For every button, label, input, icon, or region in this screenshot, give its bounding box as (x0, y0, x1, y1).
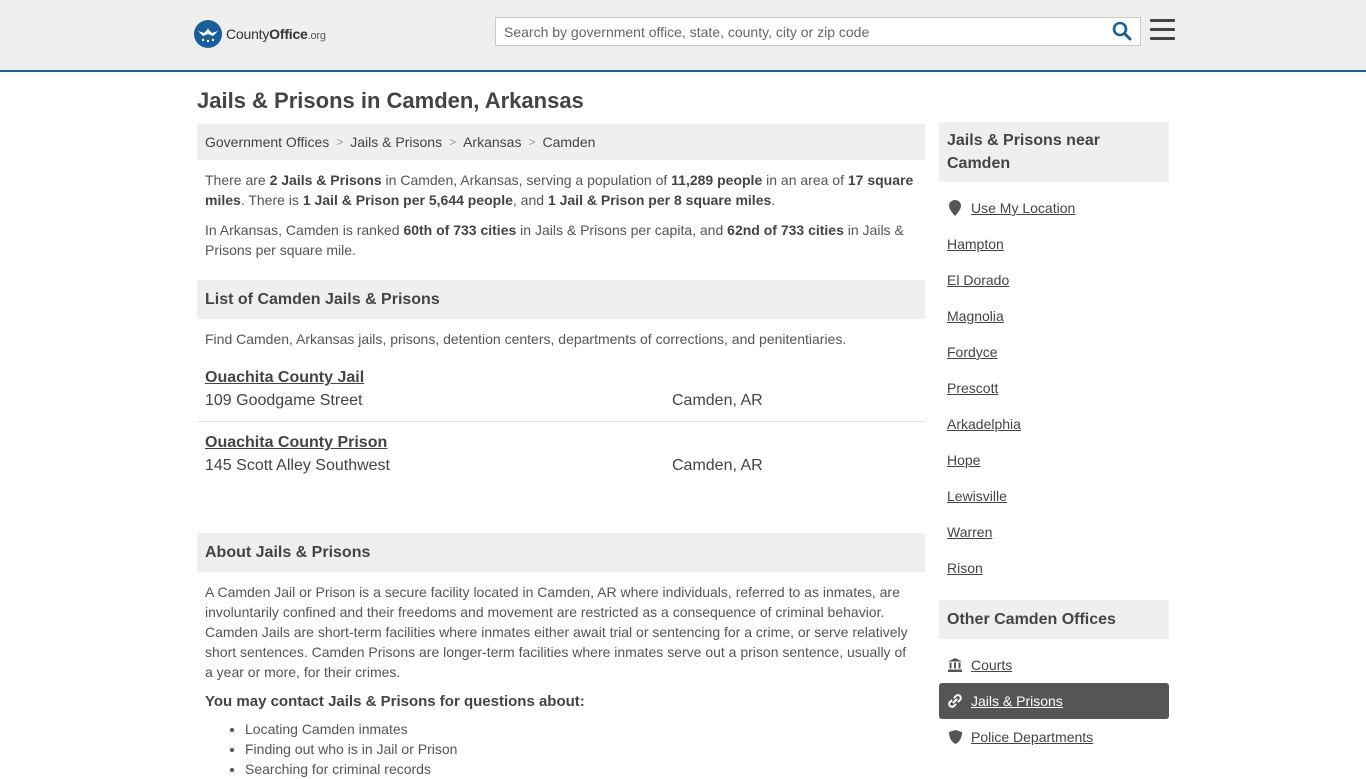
text: There are (205, 172, 270, 188)
intro-paragraph-2: In Arkansas, Camden is ranked 60th of 73… (197, 220, 925, 260)
breadcrumb-camden[interactable]: Camden (542, 134, 595, 150)
text: in Camden, Arkansas, serving a populatio… (381, 172, 672, 188)
nearby-city-link[interactable]: Rison (947, 560, 983, 576)
other-offices-heading: Other Camden Offices (939, 600, 1169, 639)
list-section-heading: List of Camden Jails & Prisons (197, 280, 925, 319)
page-title: Jails & Prisons in Camden, Arkansas (197, 88, 584, 113)
courthouse-icon (947, 657, 963, 673)
nearby-city-link[interactable]: Hampton (947, 236, 1004, 252)
nearby-city-link[interactable]: El Dorado (947, 272, 1009, 288)
listing-street: 145 Scott Alley Southwest (205, 457, 390, 474)
nearby-city-item: Lewisville (939, 478, 1169, 514)
contact-list-item: Locating Camden inmates (245, 719, 925, 739)
main-content: Government Offices > Jails & Prisons > A… (197, 124, 925, 779)
contact-heading: You may contact Jails & Prisons for ques… (205, 693, 585, 710)
count-highlight: 2 Jails & Prisons (269, 172, 382, 188)
text: . There is (240, 192, 303, 208)
eagle-logo-icon (194, 20, 222, 48)
nearby-city-link[interactable]: Hope (947, 452, 980, 468)
contact-list: Locating Camden inmates Finding out who … (197, 710, 925, 779)
use-location-item: Use My Location (939, 190, 1169, 226)
nearby-city-link[interactable]: Fordyce (947, 344, 998, 360)
site-header: CountyOffice.org (0, 0, 1366, 72)
hamburger-icon (1150, 19, 1175, 22)
nearby-city-item: Arkadelphia (939, 406, 1169, 442)
about-section-heading: About Jails & Prisons (197, 533, 925, 572)
search-input[interactable] (496, 18, 1096, 45)
site-logo[interactable]: CountyOffice.org (194, 20, 326, 48)
office-link-courts[interactable]: Courts (971, 657, 1012, 673)
nearby-city-link[interactable]: Lewisville (947, 488, 1007, 504)
listing-name-link[interactable]: Ouachita County Jail (205, 369, 364, 387)
nearby-city-item: Hope (939, 442, 1169, 478)
nearby-city-link[interactable]: Prescott (947, 380, 998, 396)
nearby-list: Use My Location Hampton El Dorado Magnol… (939, 182, 1169, 586)
link-icon (947, 693, 963, 709)
hamburger-menu-button[interactable] (1150, 19, 1175, 41)
listing-name-link[interactable]: Ouachita County Prison (205, 434, 387, 452)
text: in Jails & Prisons per capita, and (516, 222, 728, 238)
nearby-city-item: Hampton (939, 226, 1169, 262)
office-item-police: Police Departments (939, 719, 1169, 755)
contact-list-item: Searching for criminal records (245, 759, 925, 779)
other-offices-list: Courts Jails & Prisons Police Department… (939, 639, 1169, 755)
text: in an area of (762, 172, 848, 188)
breadcrumb-government-offices[interactable]: Government Offices (205, 134, 329, 150)
nearby-city-item: Warren (939, 514, 1169, 550)
nearby-city-item: Prescott (939, 370, 1169, 406)
breadcrumb-arkansas[interactable]: Arkansas (463, 134, 521, 150)
rank-capita-highlight: 60th of 733 cities (403, 222, 517, 238)
logo-office: Office (269, 26, 308, 42)
per-area-highlight: 1 Jail & Prison per 8 square miles (547, 192, 772, 208)
listing-item: Ouachita County Prison 145 Scott Alley S… (197, 422, 925, 487)
chevron-right-icon: > (528, 135, 536, 149)
listing-item: Ouachita County Jail 109 Goodgame Street… (197, 357, 925, 422)
map-pin-icon (947, 200, 963, 216)
nearby-city-item: Rison (939, 550, 1169, 586)
logo-org: .org (307, 30, 326, 42)
nearby-city-item: Fordyce (939, 334, 1169, 370)
hamburger-line (1150, 28, 1175, 31)
listing-city: Camden, AR (672, 457, 763, 474)
office-item-jails-prisons: Jails & Prisons (939, 683, 1169, 719)
nearby-city-link[interactable]: Arkadelphia (947, 416, 1021, 432)
nearby-city-item: El Dorado (939, 262, 1169, 298)
office-item-courts: Courts (939, 647, 1169, 683)
search-button[interactable] (1112, 21, 1136, 43)
listing-city: Camden, AR (672, 392, 763, 409)
search-box (495, 17, 1141, 46)
list-section-description: Find Camden, Arkansas jails, prisons, de… (205, 331, 847, 347)
contact-list-item: Finding out who is in Jail or Prison (245, 739, 925, 759)
logo-county: County (226, 26, 270, 42)
text: , and (512, 192, 548, 208)
nearby-city-link[interactable]: Magnolia (947, 308, 1004, 324)
logo-wordmark: CountyOffice.org (226, 26, 326, 42)
per-people-highlight: 1 Jail & Prison per 5,644 people (302, 192, 513, 208)
search-icon (1112, 21, 1132, 41)
rank-area-highlight: 62nd of 733 cities (727, 222, 844, 238)
hamburger-line (1150, 37, 1175, 40)
text: In Arkansas, Camden is ranked (205, 222, 404, 238)
chevron-right-icon: > (336, 135, 344, 149)
sidebar: Jails & Prisons near Camden Use My Locat… (939, 122, 1169, 755)
office-link-police[interactable]: Police Departments (971, 729, 1093, 745)
nearby-city-item: Magnolia (939, 298, 1169, 334)
intro-text: There are 2 Jails & Prisons in Camden, A… (197, 170, 925, 260)
chevron-right-icon: > (449, 135, 457, 149)
breadcrumb-jails-prisons[interactable]: Jails & Prisons (350, 134, 442, 150)
population-highlight: 11,289 people (671, 172, 763, 188)
about-section-text: A Camden Jail or Prison is a secure faci… (205, 584, 908, 680)
text: . (771, 192, 776, 208)
listing-street: 109 Goodgame Street (205, 392, 363, 409)
office-link-jails-prisons[interactable]: Jails & Prisons (971, 693, 1063, 709)
shield-icon (947, 729, 963, 745)
use-location-link[interactable]: Use My Location (971, 200, 1075, 216)
intro-paragraph-1: There are 2 Jails & Prisons in Camden, A… (197, 170, 925, 210)
breadcrumb: Government Offices > Jails & Prisons > A… (197, 124, 925, 160)
nearby-heading: Jails & Prisons near Camden (939, 122, 1169, 182)
nearby-city-link[interactable]: Warren (947, 524, 992, 540)
